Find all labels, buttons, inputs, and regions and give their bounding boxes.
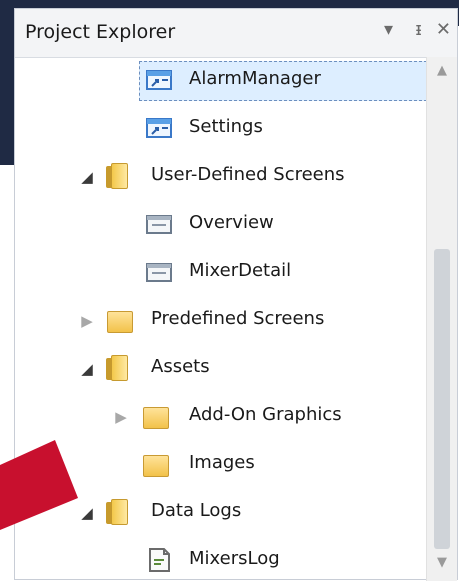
tree-item-label: AlarmManager <box>189 68 321 89</box>
tree-item-label: User-Defined Screens <box>151 164 345 185</box>
tree-item-mixer-detail[interactable]: MixerDetail <box>15 249 427 297</box>
data-log-icon <box>145 547 175 573</box>
tree-item-predefined-screens[interactable]: ▶ Predefined Screens <box>15 297 427 345</box>
panel-titlebar: Project Explorer ▾ ᵻ ✕ <box>15 9 457 58</box>
dropdown-menu-icon[interactable]: ▾ <box>384 19 393 40</box>
folder-icon <box>105 163 135 189</box>
collapsed-arrow-icon[interactable]: ▶ <box>77 311 97 331</box>
tree-item-label: MixersLog <box>189 548 280 569</box>
tree-item-overview[interactable]: Overview <box>15 201 427 249</box>
vertical-scrollbar[interactable]: ▲ ▼ <box>426 57 457 581</box>
expanded-arrow-icon[interactable]: ◢ <box>77 359 97 379</box>
folder-icon <box>105 307 135 333</box>
tree-item-label: Images <box>189 452 255 473</box>
scroll-down-icon[interactable]: ▼ <box>427 555 457 575</box>
collapsed-arrow-icon[interactable]: ▶ <box>111 407 131 427</box>
tree-item-settings[interactable]: Settings <box>15 105 427 153</box>
panel-title: Project Explorer <box>25 21 176 43</box>
tree-item-user-defined-screens[interactable]: ◢ User-Defined Screens <box>15 153 427 201</box>
tree-item-label: Overview <box>189 212 274 233</box>
tree-item-alarm-manager[interactable]: AlarmManager <box>15 57 427 105</box>
tree-item-label: MixerDetail <box>189 260 292 281</box>
tree-item-label: Settings <box>189 116 263 137</box>
tree-item-label: Add-On Graphics <box>189 404 342 425</box>
folder-icon <box>105 499 135 525</box>
close-icon[interactable]: ✕ <box>436 19 451 40</box>
folder-icon <box>141 403 171 429</box>
tree-item-label: Data Logs <box>151 500 242 521</box>
tree-item-mixers-log[interactable]: MixersLog <box>15 537 427 585</box>
expanded-arrow-icon[interactable]: ◢ <box>77 167 97 187</box>
tree-item-assets[interactable]: ◢ Assets <box>15 345 427 393</box>
tree-item-label: Assets <box>151 356 210 377</box>
annotation-arrow <box>0 440 78 530</box>
folder-icon <box>105 355 135 381</box>
screen-icon <box>145 259 175 285</box>
pin-icon[interactable]: ᵻ <box>415 19 422 40</box>
screen-shortcut-icon <box>145 67 175 93</box>
folder-icon <box>141 451 171 477</box>
scroll-up-icon[interactable]: ▲ <box>427 63 457 83</box>
window-frame-left <box>0 0 14 165</box>
tree-item-label: Predefined Screens <box>151 308 325 329</box>
screen-icon <box>145 211 175 237</box>
screen-shortcut-icon <box>145 115 175 141</box>
scrollbar-thumb[interactable] <box>434 249 450 549</box>
